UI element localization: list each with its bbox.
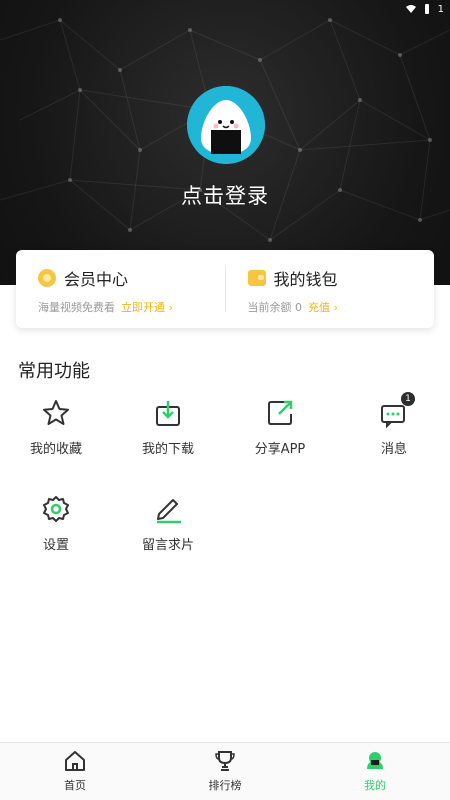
status-bar: 1 — [400, 0, 450, 18]
function-label: 我的收藏 — [29, 442, 82, 457]
nav-profile[interactable]: 我的 — [300, 743, 450, 800]
bottom-nav: 首页 排行榜 我的 — [0, 742, 450, 800]
function-label: 我的下载 — [141, 442, 194, 457]
my-wallet[interactable]: 我的钱包 当前余额 0 充值 › — [226, 250, 435, 328]
battery-text: 1 — [437, 3, 444, 15]
profile-header: 1 点击登录 — [0, 0, 450, 285]
vip-subtitle: 海量视频免费看 — [38, 301, 115, 314]
nav-label: 首页 — [64, 779, 86, 792]
vip-center[interactable]: 会员中心 海量视频免费看 立即开通 › — [16, 250, 225, 328]
nav-ranking[interactable]: 排行榜 — [150, 743, 300, 800]
function-label: 消息 — [380, 442, 407, 457]
vip-title: 会员中心 — [64, 270, 129, 289]
function-messages[interactable]: 1 消息 — [338, 392, 450, 457]
function-favorites[interactable]: 我的收藏 — [0, 398, 112, 457]
login-link[interactable]: 点击登录 — [0, 180, 450, 210]
avatar[interactable] — [187, 86, 265, 164]
onigiri-avatar-icon — [187, 86, 265, 164]
message-badge: 1 — [401, 392, 415, 406]
gear-icon — [43, 496, 69, 522]
function-settings[interactable]: 设置 — [0, 494, 112, 553]
function-share-app[interactable]: 分享APP — [224, 398, 336, 457]
function-downloads[interactable]: 我的下载 — [112, 398, 224, 457]
edit-icon — [157, 499, 181, 524]
home-icon — [65, 751, 85, 771]
star-icon — [43, 400, 69, 425]
profile-icon — [367, 752, 383, 769]
section-title: 常用功能 — [18, 361, 90, 382]
vip-open-link[interactable]: 立即开通 › — [121, 299, 173, 315]
download-icon — [156, 401, 180, 426]
function-label: 留言求片 — [141, 538, 194, 553]
vip-crown-icon — [38, 269, 56, 287]
function-label: 设置 — [42, 538, 69, 553]
vip-wallet-card: 会员中心 海量视频免费看 立即开通 › 我的钱包 当前余额 0 充值 › — [16, 250, 434, 328]
wallet-icon — [247, 270, 266, 286]
nav-label: 我的 — [364, 779, 386, 792]
signal-icon — [424, 4, 429, 14]
wallet-title: 我的钱包 — [273, 270, 338, 289]
function-request-movie[interactable]: 留言求片 — [112, 494, 224, 553]
nav-home[interactable]: 首页 — [0, 743, 150, 800]
share-icon — [268, 400, 293, 425]
trophy-icon — [215, 751, 235, 771]
nav-label: 排行榜 — [208, 779, 242, 792]
wifi-icon — [405, 5, 416, 13]
function-label: 分享APP — [254, 442, 306, 457]
wallet-balance: 当前余额 0 — [247, 301, 303, 314]
recharge-link[interactable]: 充值 › — [308, 299, 338, 315]
